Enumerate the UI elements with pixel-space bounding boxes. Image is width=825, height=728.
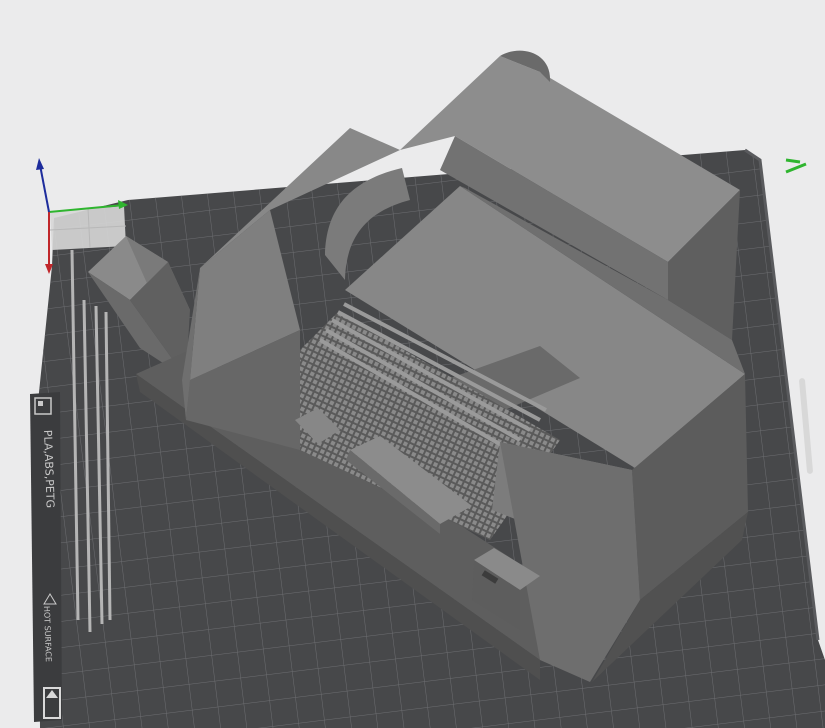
plate-material-label: PLA,ABS,PETG <box>41 430 57 509</box>
scene-canvas[interactable]: PLA,ABS,PETG HOT SURFACE <box>0 0 825 728</box>
3d-viewport[interactable]: PLA,ABS,PETG HOT SURFACE <box>0 0 825 728</box>
z-axis <box>39 164 50 213</box>
plate-slot <box>799 378 813 474</box>
corner-mark-icon <box>785 158 807 174</box>
